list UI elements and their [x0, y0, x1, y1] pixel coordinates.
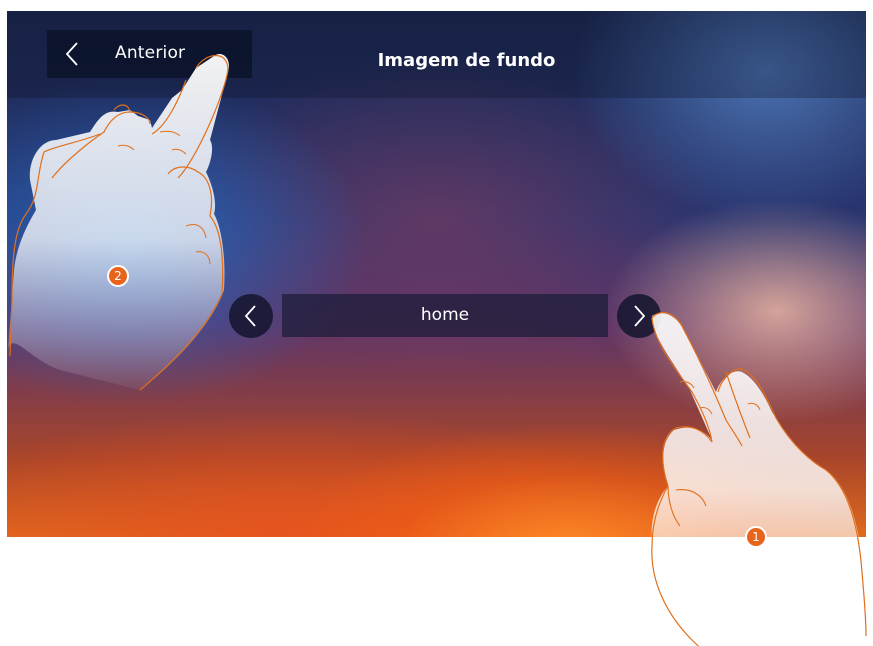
next-button[interactable]	[617, 294, 661, 338]
previous-button[interactable]	[229, 294, 273, 338]
top-bar: Anterior Imagem de fundo	[7, 11, 866, 98]
callout-number: 1	[752, 530, 760, 544]
callout-number: 2	[114, 269, 122, 283]
chevron-left-icon	[244, 305, 256, 327]
callout-badge-1: 1	[745, 526, 767, 548]
background-image-value: home	[282, 294, 608, 337]
device-screen: Anterior Imagem de fundo home	[7, 11, 866, 537]
page-title: Imagem de fundo	[377, 50, 556, 71]
chevron-right-icon	[634, 305, 646, 327]
callout-badge-2: 2	[107, 265, 129, 287]
